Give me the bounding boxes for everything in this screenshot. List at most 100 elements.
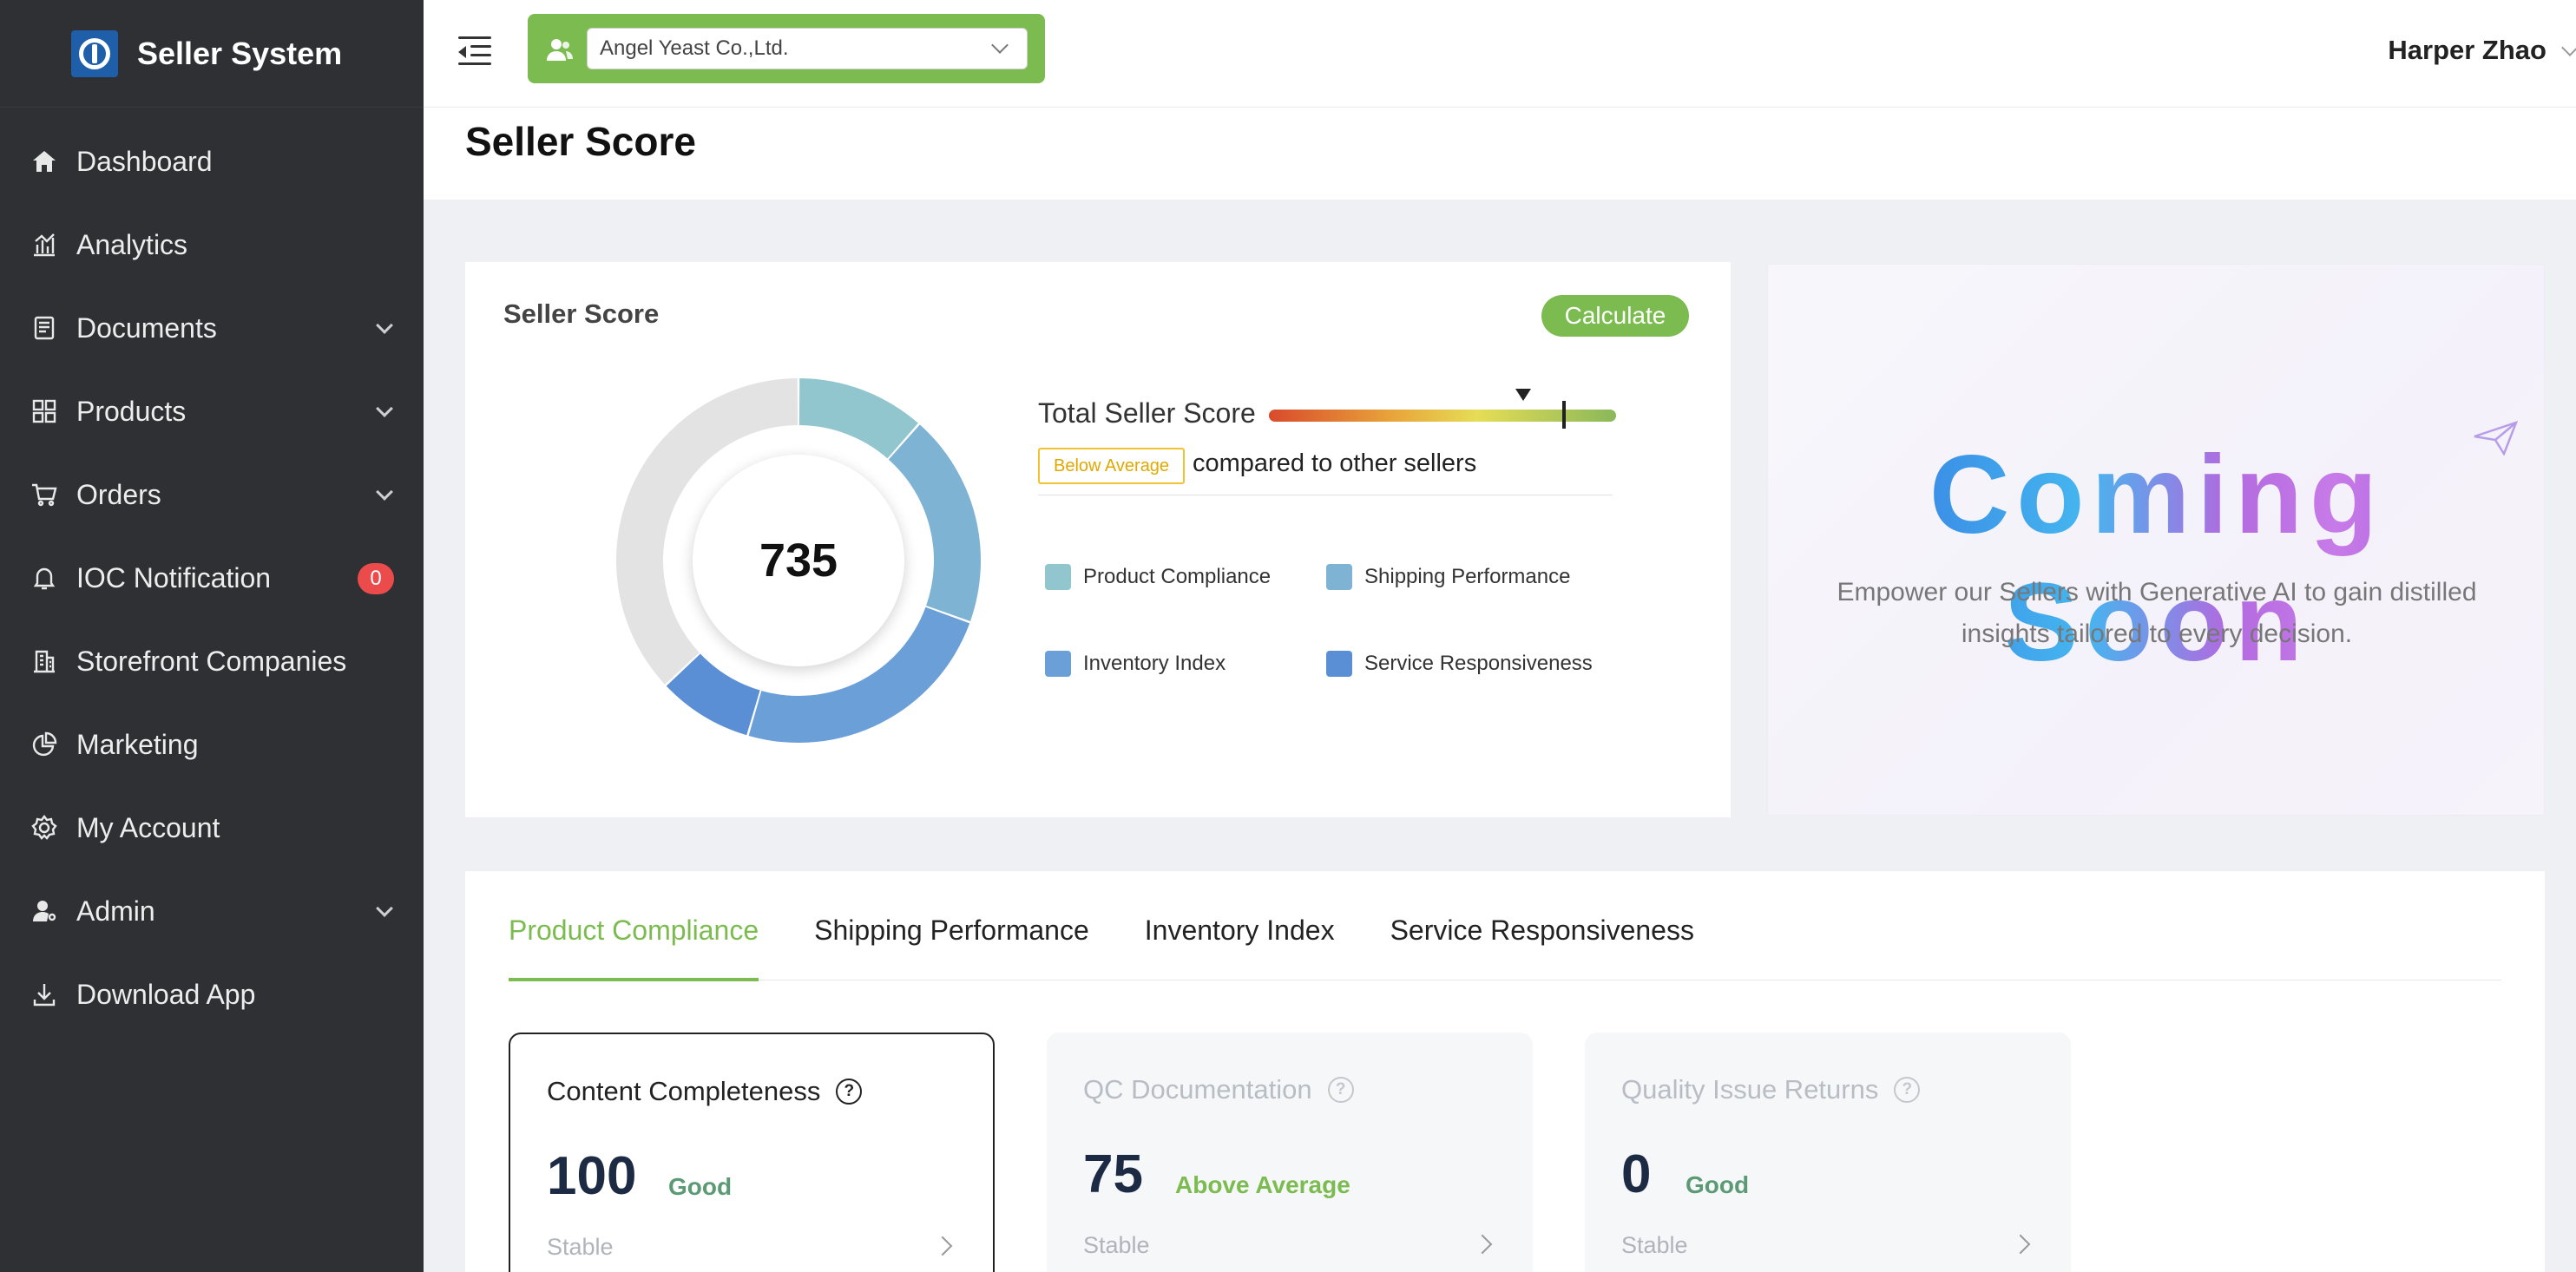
score-value: 735 bbox=[693, 455, 904, 666]
company-select[interactable]: Angel Yeast Co.,Ltd. bbox=[587, 28, 1028, 69]
page-title-bar: Seller Score bbox=[424, 108, 2576, 200]
sidebar-item-products[interactable]: Products bbox=[0, 370, 424, 453]
sidebar-item-ioc-notification[interactable]: IOC Notification 0 bbox=[0, 536, 424, 620]
building-icon bbox=[30, 646, 59, 676]
legend-label: Inventory Index bbox=[1083, 652, 1226, 675]
score-donut: 735 bbox=[608, 370, 989, 751]
legend-item: Product Compliance bbox=[1045, 564, 1271, 590]
legend-label: Service Responsiveness bbox=[1364, 652, 1593, 675]
cart-icon bbox=[30, 480, 59, 509]
user-icon bbox=[30, 896, 59, 926]
chevron-down-icon bbox=[376, 400, 393, 417]
legend-swatch bbox=[1045, 651, 1071, 677]
chevron-down-icon bbox=[376, 483, 393, 501]
metric-value: 75 bbox=[1083, 1144, 1143, 1204]
metric-name-text: Content Completeness bbox=[547, 1076, 821, 1106]
sidebar: Seller System Dashboard Analytics Docume… bbox=[0, 0, 424, 1272]
home-icon bbox=[30, 147, 59, 176]
tab-shipping-performance[interactable]: Shipping Performance bbox=[814, 871, 1089, 980]
metric-grade: Good bbox=[668, 1173, 733, 1200]
sidebar-item-label: Storefront Companies bbox=[76, 645, 347, 677]
sidebar-item-label: Marketing bbox=[76, 728, 199, 760]
brand[interactable]: Seller System bbox=[0, 0, 424, 108]
legend-item: Service Responsiveness bbox=[1326, 651, 1593, 677]
sidebar-item-download-app[interactable]: Download App bbox=[0, 953, 424, 1036]
grid-icon bbox=[30, 397, 59, 426]
sidebar-item-label: My Account bbox=[76, 811, 220, 843]
score-details-card: Product Compliance Shipping Performance … bbox=[465, 871, 2545, 1272]
page-title: Seller Score bbox=[465, 119, 696, 164]
metric-card-content-completeness[interactable]: Content Completeness ? 100 Good Stable bbox=[509, 1033, 995, 1272]
sidebar-item-label: Admin bbox=[76, 895, 155, 927]
chevron-down-icon bbox=[376, 317, 393, 334]
metric-value: 0 bbox=[1621, 1144, 1652, 1204]
tab-service-responsiveness[interactable]: Service Responsiveness bbox=[1390, 871, 1694, 980]
pie-icon bbox=[30, 730, 59, 759]
metric-grade: Above Average bbox=[1175, 1171, 1350, 1198]
sidebar-nav: Dashboard Analytics Documents Products O… bbox=[0, 108, 424, 1036]
seller-score-card: Seller Score Calculate 735 Total Seller … bbox=[465, 262, 1731, 817]
rank-badge: Below Average bbox=[1038, 448, 1186, 484]
help-icon[interactable]: ? bbox=[1327, 1077, 1354, 1103]
menu-toggle-icon[interactable] bbox=[458, 36, 491, 66]
sidebar-item-storefront-companies[interactable]: Storefront Companies bbox=[0, 620, 424, 703]
tab-product-compliance[interactable]: Product Compliance bbox=[509, 871, 759, 981]
chevron-down-icon[interactable] bbox=[2561, 39, 2576, 56]
legend-label: Shipping Performance bbox=[1364, 565, 1571, 588]
users-icon bbox=[547, 39, 573, 61]
score-tabs: Product Compliance Shipping Performance … bbox=[509, 871, 2501, 981]
help-icon[interactable]: ? bbox=[1894, 1077, 1921, 1103]
sidebar-item-documents[interactable]: Documents bbox=[0, 286, 424, 370]
metric-value: 100 bbox=[547, 1146, 637, 1206]
legend-swatch bbox=[1045, 564, 1071, 590]
sidebar-item-marketing[interactable]: Marketing bbox=[0, 703, 424, 786]
score-pointer-icon bbox=[1515, 389, 1531, 401]
legend-swatch bbox=[1326, 564, 1352, 590]
sidebar-item-admin[interactable]: Admin bbox=[0, 869, 424, 953]
analytics-icon bbox=[30, 230, 59, 259]
metric-card-qc-documentation[interactable]: QC Documentation ? 75 Above Average Stab… bbox=[1047, 1033, 1533, 1272]
sidebar-item-dashboard[interactable]: Dashboard bbox=[0, 120, 424, 203]
metric-name: Quality Issue Returns ? bbox=[1621, 1074, 1921, 1105]
user-menu[interactable]: Harper Zhao bbox=[2388, 35, 2546, 66]
company-switcher: Angel Yeast Co.,Ltd. bbox=[528, 14, 1045, 83]
sidebar-item-label: IOC Notification bbox=[76, 561, 272, 593]
brand-logo-icon bbox=[71, 30, 118, 77]
metric-trend: Stable bbox=[1083, 1232, 1150, 1258]
metric-name: Content Completeness ? bbox=[547, 1076, 863, 1107]
metric-trend: Stable bbox=[547, 1234, 614, 1260]
tab-inventory-index[interactable]: Inventory Index bbox=[1145, 871, 1335, 980]
sidebar-item-label: Dashboard bbox=[76, 145, 213, 177]
app-title: Seller System bbox=[137, 35, 343, 71]
notification-badge: 0 bbox=[358, 563, 394, 594]
chevron-right-icon[interactable] bbox=[1472, 1234, 1493, 1255]
bell-icon bbox=[30, 563, 59, 593]
sidebar-item-label: Download App bbox=[76, 978, 256, 1010]
chevron-down-icon bbox=[991, 36, 1009, 54]
calculate-button[interactable]: Calculate bbox=[1541, 295, 1689, 337]
metric-grade: Good bbox=[1686, 1171, 1750, 1198]
chevron-right-icon[interactable] bbox=[932, 1236, 953, 1256]
metric-trend: Stable bbox=[1621, 1232, 1688, 1258]
metric-name-text: QC Documentation bbox=[1083, 1074, 1312, 1105]
metric-card-quality-issue-returns[interactable]: Quality Issue Returns ? 0 Good Stable bbox=[1585, 1033, 2071, 1272]
sidebar-item-label: Documents bbox=[76, 311, 217, 344]
coming-soon-card: Coming Soon Empower our Sellers with Gen… bbox=[1767, 264, 2545, 816]
top-header: Angel Yeast Co.,Ltd. Harper Zhao bbox=[424, 0, 2576, 108]
sidebar-item-orders[interactable]: Orders bbox=[0, 453, 424, 536]
coming-soon-subtitle: Empower our Sellers with Generative AI t… bbox=[1837, 578, 2477, 648]
chevron-down-icon bbox=[376, 900, 393, 917]
sidebar-item-analytics[interactable]: Analytics bbox=[0, 203, 424, 286]
total-score-label: Total Seller Score bbox=[1038, 397, 1256, 429]
metric-name: QC Documentation ? bbox=[1083, 1074, 1354, 1105]
documents-icon bbox=[30, 313, 59, 343]
sidebar-item-my-account[interactable]: My Account bbox=[0, 786, 424, 869]
chevron-right-icon[interactable] bbox=[2010, 1234, 2031, 1255]
legend-label: Product Compliance bbox=[1083, 565, 1272, 588]
company-select-value: Angel Yeast Co.,Ltd. bbox=[600, 36, 789, 60]
sidebar-item-label: Analytics bbox=[76, 228, 188, 260]
legend-item: Shipping Performance bbox=[1326, 564, 1570, 590]
legend-item: Inventory Index bbox=[1045, 651, 1226, 677]
help-icon[interactable]: ? bbox=[836, 1079, 863, 1105]
download-icon bbox=[30, 980, 59, 1009]
